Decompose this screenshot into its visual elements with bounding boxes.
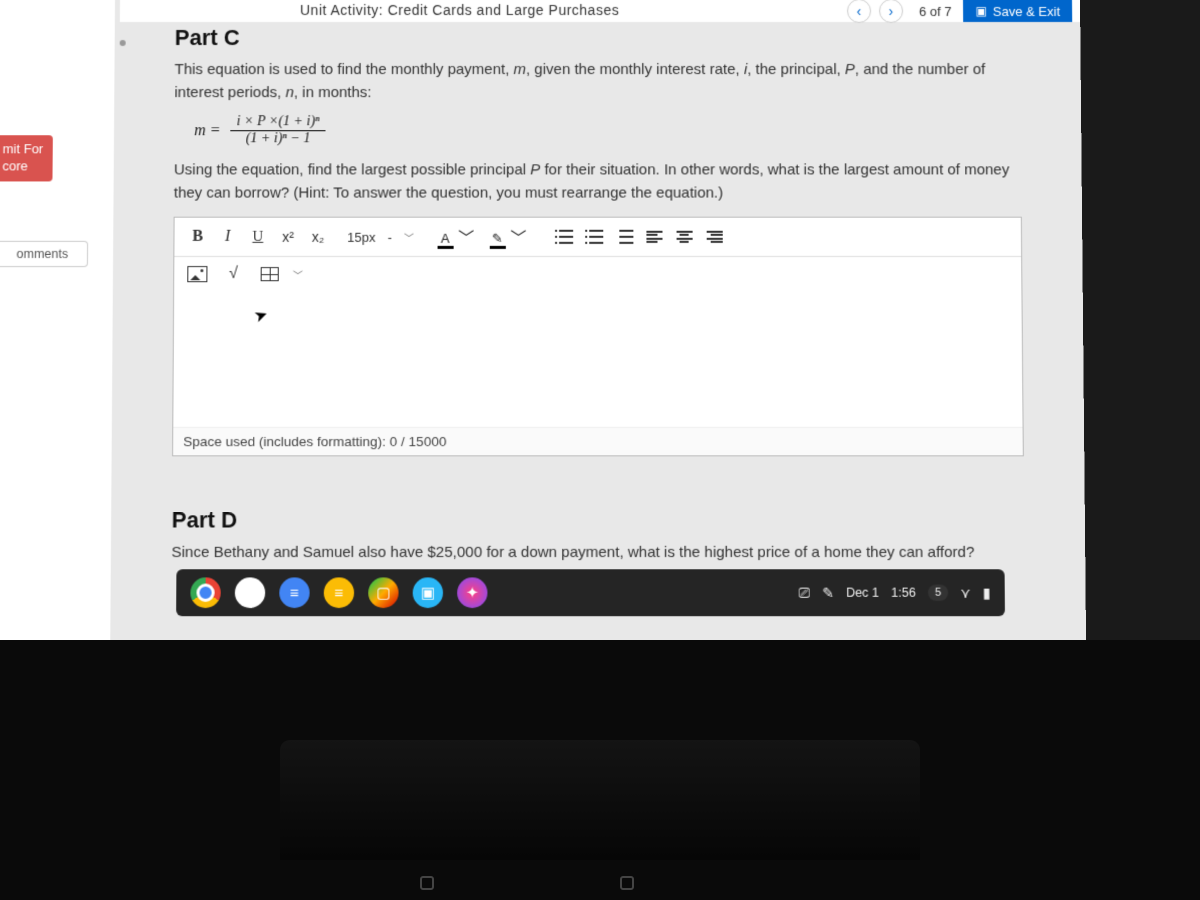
equation: m = i × P ×(1 + i)ⁿ (1 + i)ⁿ − 1 — [194, 114, 1021, 147]
underline-button[interactable]: U — [245, 224, 271, 250]
subscript-button[interactable]: x₂ — [305, 224, 331, 250]
align-right-icon — [706, 231, 722, 243]
meet-app-icon[interactable]: ▢ — [368, 577, 398, 608]
submit-line2: core — [2, 158, 43, 175]
numbered-list-button[interactable] — [581, 224, 607, 250]
insert-table-button[interactable] — [257, 261, 283, 287]
editor-toolbar-row2: √ ﹀ — [174, 257, 1021, 295]
editor-toolbar: B I U x² x₂ 15px - ﹀ A ﹀ — [174, 218, 1021, 257]
numbered-list-icon — [585, 230, 603, 244]
app-icon[interactable]: ✦ — [457, 577, 487, 608]
docs-app-icon[interactable]: ≡ — [279, 577, 309, 608]
system-tray[interactable]: ⎚ ✎ Dec 1 1:56 5 ⋎ ▮ — [799, 584, 991, 601]
align-left-icon — [646, 231, 662, 243]
save-exit-label: Save & Exit — [993, 3, 1060, 18]
indent-icon — [615, 230, 633, 244]
key-icon — [420, 876, 434, 890]
bullet-list-icon — [555, 230, 573, 244]
bullet-list-button[interactable] — [551, 224, 577, 250]
text-color-swatch — [437, 246, 453, 249]
chevron-left-icon: ‹ — [857, 3, 862, 19]
font-size-select[interactable]: 15px - ﹀ — [343, 227, 418, 246]
image-icon — [187, 266, 207, 282]
breadcrumb: Unit Activity: Credit Cards and Large Pu… — [300, 2, 619, 18]
cursor-icon: ➤ — [251, 304, 270, 328]
text-color-letter: A — [441, 232, 450, 245]
save-exit-button[interactable]: ▣ Save & Exit — [963, 0, 1072, 22]
part-d-title: Part D — [172, 507, 1025, 533]
highlight-color-button[interactable]: ✎ — [486, 232, 508, 249]
text-color-button[interactable]: A — [434, 232, 456, 249]
editor-textarea[interactable]: ➤ — [173, 295, 1022, 427]
align-center-button[interactable] — [671, 224, 697, 250]
submit-line1: mit For — [3, 141, 44, 158]
submit-for-score-button[interactable]: mit For core — [0, 135, 53, 181]
os-shelf: M ≡ ≡ ▢ ▣ ✦ ⎚ ✎ Dec 1 1:56 5 ⋎ ▮ — [176, 569, 1005, 616]
insert-image-button[interactable] — [184, 261, 210, 287]
chrome-app-icon[interactable] — [190, 577, 220, 608]
bullet-icon — [120, 40, 126, 46]
part-c-prompt: Using the equation, find the largest pos… — [174, 159, 1022, 204]
equation-button[interactable]: √ — [220, 261, 246, 287]
wifi-icon[interactable]: ⋎ — [960, 584, 970, 601]
comments-tab[interactable]: omments — [0, 241, 88, 267]
stylus-icon[interactable]: ✎ — [822, 584, 834, 601]
part-c-title: Part C — [175, 25, 1021, 51]
files-app-icon[interactable]: ▣ — [413, 577, 443, 608]
chevron-down-icon: ﹀ — [404, 229, 414, 244]
chevron-down-icon[interactable]: ﹀ — [510, 225, 526, 249]
chevron-right-icon: › — [889, 3, 894, 19]
highlight-swatch — [489, 246, 505, 249]
bold-button[interactable]: B — [184, 224, 210, 250]
align-right-button[interactable] — [701, 224, 727, 250]
battery-icon[interactable]: ▮ — [983, 584, 991, 601]
cast-icon[interactable]: ⎚ — [799, 584, 810, 601]
superscript-button[interactable]: x² — [275, 224, 301, 250]
chevron-down-icon[interactable]: ﹀ — [458, 225, 474, 249]
indent-button[interactable] — [611, 224, 637, 250]
space-used-label: Space used (includes formatting): 0 / 15… — [173, 427, 1023, 455]
key-icon — [620, 876, 634, 890]
prev-page-button[interactable]: ‹ — [847, 0, 871, 23]
part-d-text: Since Bethany and Samuel also have $25,0… — [171, 542, 1024, 565]
tray-date: Dec 1 — [846, 586, 879, 600]
laptop-bezel — [0, 640, 1200, 900]
gmail-app-icon[interactable]: M — [235, 577, 265, 608]
rich-text-editor: B I U x² x₂ 15px - ﹀ A ﹀ — [172, 217, 1024, 457]
tray-time: 1:56 — [891, 586, 916, 600]
align-center-icon — [676, 231, 692, 243]
italic-button[interactable]: I — [215, 224, 241, 250]
notification-badge[interactable]: 5 — [928, 585, 948, 601]
highlight-icon: ✎ — [492, 232, 503, 245]
part-c-intro: This equation is used to find the monthl… — [174, 59, 1021, 104]
align-left-button[interactable] — [641, 224, 667, 250]
exit-icon: ▣ — [975, 4, 986, 18]
next-page-button[interactable]: › — [879, 0, 903, 23]
table-icon — [261, 267, 279, 281]
chevron-down-icon[interactable]: ﹀ — [293, 267, 303, 282]
keep-app-icon[interactable]: ≡ — [324, 577, 354, 608]
font-size-value: 15px — [347, 229, 375, 244]
page-indicator: 6 of 7 — [919, 3, 952, 18]
dash-icon: - — [388, 229, 392, 244]
keyboard-silhouette — [280, 740, 920, 860]
